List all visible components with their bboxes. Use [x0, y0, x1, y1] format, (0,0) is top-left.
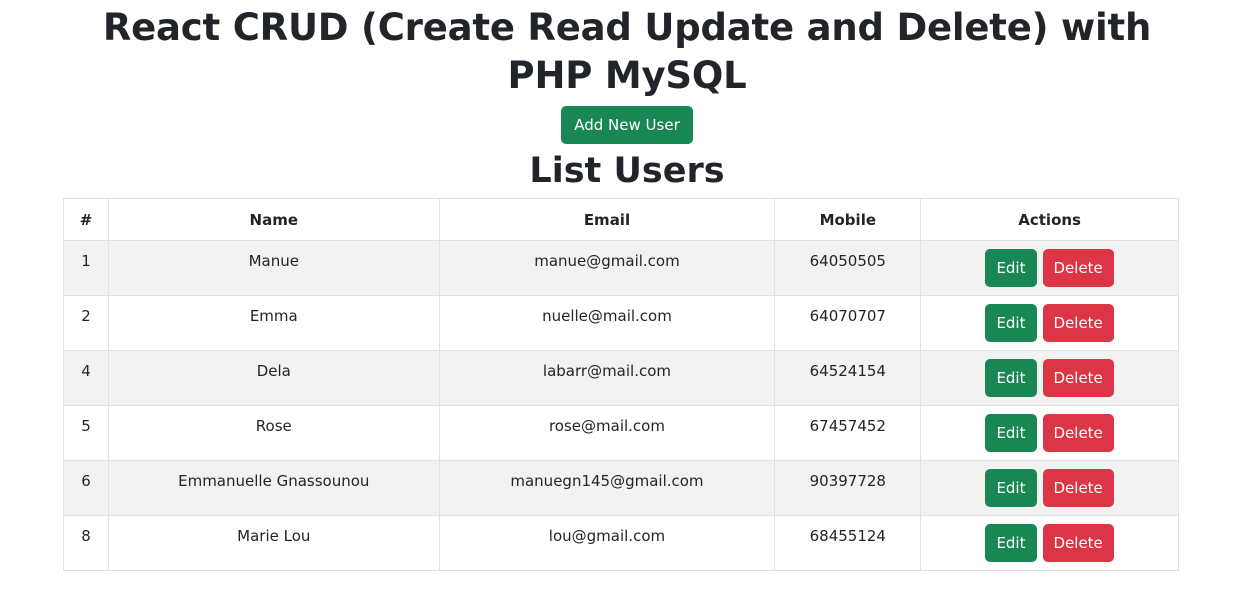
table-row: 4 Dela labarr@mail.com 64524154 Edit Dele… [63, 350, 1179, 406]
cell-id: 1 [63, 240, 109, 296]
cell-name: Emmanuelle Gnassounou [107, 460, 440, 516]
cell-name: Marie Lou [107, 515, 440, 571]
cell-id: 5 [63, 405, 109, 461]
table-row: 6 Emmanuelle Gnassounou manuegn145@gmail… [63, 460, 1179, 516]
cell-mobile: 68455124 [774, 515, 922, 571]
column-header-email: Email [438, 198, 776, 241]
delete-button[interactable]: Delete [1042, 304, 1114, 342]
cell-id: 2 [63, 295, 109, 351]
cell-id: 8 [63, 515, 109, 571]
delete-button[interactable]: Delete [1042, 359, 1114, 397]
edit-button[interactable]: Edit [985, 469, 1037, 507]
table-row: 2 Emma nuelle@mail.com 64070707 Edit Dele… [63, 295, 1179, 351]
cell-actions: Edit Delete [920, 350, 1179, 406]
table-row: 8 Marie Lou lou@gmail.com 68455124 Edit D… [63, 515, 1179, 571]
table-row: 1 Manue manue@gmail.com 64050505 Edit Del… [63, 240, 1179, 296]
cell-name: Dela [107, 350, 440, 406]
cell-name: Rose [107, 405, 440, 461]
add-new-user-button[interactable]: Add New User [561, 106, 693, 144]
page: React CRUD (Create Read Update and Delet… [0, 0, 1254, 616]
cell-name: Emma [107, 295, 440, 351]
cell-email: labarr@mail.com [438, 350, 776, 406]
table-header-row: # Name Email Mobile Actions [63, 198, 1179, 241]
edit-button[interactable]: Edit [985, 524, 1037, 562]
cell-email: lou@gmail.com [438, 515, 776, 571]
cell-email: manue@gmail.com [438, 240, 776, 296]
page-title: React CRUD (Create Read Update and Delet… [102, 6, 1152, 97]
cell-id: 4 [63, 350, 109, 406]
add-user-row: Add New User [0, 106, 1254, 144]
cell-actions: Edit Delete [920, 295, 1179, 351]
table-body: 1 Manue manue@gmail.com 64050505 Edit Del… [63, 240, 1179, 571]
column-header-mobile: Mobile [774, 198, 922, 241]
delete-button[interactable]: Delete [1042, 524, 1114, 562]
list-users-heading: List Users [529, 151, 725, 191]
edit-button[interactable]: Edit [985, 249, 1037, 287]
cell-id: 6 [63, 460, 109, 516]
cell-mobile: 64070707 [774, 295, 922, 351]
cell-actions: Edit Delete [920, 460, 1179, 516]
cell-mobile: 64050505 [774, 240, 922, 296]
column-header-name: Name [107, 198, 440, 241]
cell-email: manuegn145@gmail.com [438, 460, 776, 516]
table-row: 5 Rose rose@mail.com 67457452 Edit Delete [63, 405, 1179, 461]
users-table: # Name Email Mobile Actions 1 Manue manu… [63, 198, 1179, 571]
cell-mobile: 67457452 [774, 405, 922, 461]
cell-actions: Edit Delete [920, 405, 1179, 461]
delete-button[interactable]: Delete [1042, 249, 1114, 287]
cell-email: nuelle@mail.com [438, 295, 776, 351]
edit-button[interactable]: Edit [985, 304, 1037, 342]
edit-button[interactable]: Edit [985, 359, 1037, 397]
cell-mobile: 90397728 [774, 460, 922, 516]
delete-button[interactable]: Delete [1042, 469, 1114, 507]
cell-mobile: 64524154 [774, 350, 922, 406]
delete-button[interactable]: Delete [1042, 414, 1114, 452]
cell-actions: Edit Delete [920, 240, 1179, 296]
cell-actions: Edit Delete [920, 515, 1179, 571]
cell-name: Manue [107, 240, 440, 296]
column-header-id: # [63, 198, 109, 241]
edit-button[interactable]: Edit [985, 414, 1037, 452]
cell-email: rose@mail.com [438, 405, 776, 461]
table-header: # Name Email Mobile Actions [63, 198, 1179, 241]
column-header-actions: Actions [920, 198, 1179, 241]
